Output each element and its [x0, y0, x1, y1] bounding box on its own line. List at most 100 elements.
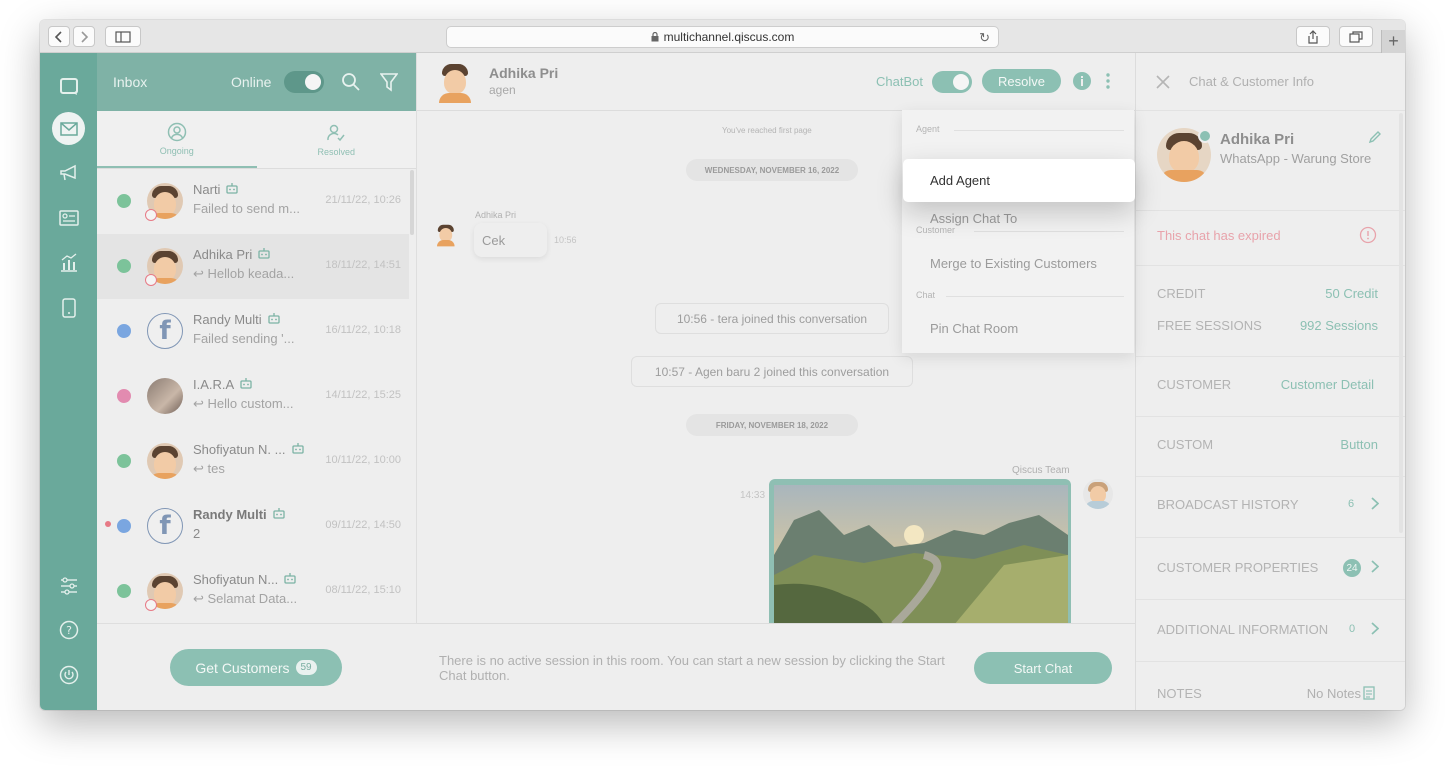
reload-icon[interactable]: ↻ [979, 30, 990, 46]
info-icon[interactable] [1072, 71, 1092, 91]
conversation-scrollbar[interactable] [410, 170, 414, 235]
tab-resolved[interactable]: Resolved [257, 111, 417, 168]
conversation-time: 14/11/22, 15:25 [325, 389, 401, 401]
conversation-name-text: Randy Multi [193, 312, 262, 327]
conversation-item[interactable]: f Randy Multi Failed sending '... 16/11/22,… [97, 299, 409, 364]
menu-section-chat: Chat [916, 290, 936, 300]
whatsapp-badge-icon [1198, 129, 1212, 143]
conversation-item[interactable]: Shofiyatun N... ↩ Selamat Data... 08/11/22… [97, 559, 409, 623]
menu-item-merge-customers[interactable]: Merge to Existing Customers [930, 256, 1097, 271]
notes-icon[interactable] [1363, 686, 1375, 700]
custom-button-link[interactable]: Button [1340, 437, 1378, 452]
system-message: 10:56 - tera joined this conversation [655, 303, 889, 334]
start-chat-button[interactable]: Start Chat [974, 652, 1112, 684]
device-nav-icon[interactable] [52, 291, 85, 324]
logout-nav-icon[interactable] [52, 658, 85, 691]
more-options-icon[interactable] [1105, 71, 1111, 91]
image-message[interactable] [769, 479, 1071, 623]
conversation-item[interactable]: f Randy Multi 2 09/11/22, 14:50 [97, 494, 409, 559]
bot-icon [258, 247, 270, 259]
contact-name: Adhika Pri [489, 65, 559, 81]
additional-information-row[interactable]: ADDITIONAL INFORMATION 0 [1136, 600, 1405, 662]
edit-icon[interactable] [1368, 130, 1382, 144]
date-divider: WEDNESDAY, NOVEMBER 16, 2022 [686, 159, 858, 181]
inbox-header: Inbox Online [97, 53, 416, 111]
conversation-item[interactable]: I.A.R.A ↩ Hello custom... 14/11/22, 15:25 [97, 364, 409, 429]
inbox-footer: Get Customers 59 [97, 623, 417, 710]
new-tab-button[interactable]: + [1381, 30, 1405, 53]
address-bar[interactable]: multichannel.qiscus.com ↻ [446, 26, 999, 48]
analytics-nav-icon[interactable] [52, 246, 85, 279]
forward-button[interactable] [73, 26, 95, 47]
avatar [147, 443, 183, 479]
notes-row: NOTES No Notes [1136, 662, 1405, 710]
notes-value: No Notes [1306, 686, 1361, 701]
menu-divider [954, 130, 1124, 131]
customer-detail-row: CUSTOMER Customer Detail [1136, 357, 1405, 417]
conversation-name: Narti [193, 182, 239, 197]
get-customers-button[interactable]: Get Customers 59 [170, 649, 342, 686]
share-button[interactable] [1296, 26, 1330, 47]
conversation-preview: ↩ tes [193, 461, 225, 476]
tabs-button[interactable] [1339, 26, 1373, 47]
conversation-name-text: Shofiyatun N... [193, 572, 279, 587]
line-icon [117, 454, 131, 468]
custom-row: CUSTOM Button [1136, 417, 1405, 477]
customer-properties-row[interactable]: CUSTOMER PROPERTIES 24 [1136, 538, 1405, 600]
back-button[interactable] [48, 26, 70, 47]
chatbot-label: ChatBot [876, 74, 923, 89]
message-time: 10:56 [554, 235, 577, 245]
chevron-right-icon [1371, 622, 1379, 635]
message-bubble[interactable]: Cek [474, 223, 547, 257]
settings-nav-icon[interactable] [52, 569, 85, 602]
bot-icon [267, 312, 280, 324]
chatbot-toggle[interactable] [932, 71, 972, 93]
tab-ongoing[interactable]: Ongoing [97, 111, 257, 168]
conversation-item[interactable]: Shofiyatun N. ... ↩ tes 10/11/22, 10:00 [97, 429, 409, 494]
conversation-preview: Failed to send m... [193, 201, 300, 216]
date-divider: FRIDAY, NOVEMBER 18, 2022 [686, 414, 858, 436]
no-session-notice: There is no active session in this room.… [439, 653, 945, 683]
broadcast-nav-icon[interactable] [52, 156, 85, 189]
online-toggle[interactable] [284, 71, 324, 93]
menu-section-agent: Agent [916, 124, 940, 134]
customer-properties-label: CUSTOMER PROPERTIES [1157, 560, 1319, 575]
sidebar-toggle-button[interactable] [105, 26, 141, 47]
messenger-icon [117, 519, 131, 533]
info-scrollbar[interactable] [1399, 113, 1403, 533]
conversation-time: 18/11/22, 14:51 [325, 259, 401, 271]
conversation-name-text: I.A.R.A [193, 377, 235, 392]
menu-item-pin-chat[interactable]: Pin Chat Room [930, 321, 1018, 336]
broadcast-history-row[interactable]: BROADCAST HISTORY 6 [1136, 477, 1405, 538]
search-icon[interactable] [341, 72, 361, 92]
landscape-image [774, 485, 1068, 623]
conversation-name: Randy Multi [193, 312, 280, 327]
conversation-item[interactable]: Adhika Pri ↩ Hellob keada... 18/11/22, 14:… [97, 234, 409, 299]
chat-options-menu: Agent Assign Chat To Customer Merge to E… [902, 110, 1134, 353]
credit-value: 50 Credit [1325, 286, 1378, 301]
lock-icon [651, 32, 659, 42]
customer-name: Adhika Pri [1220, 131, 1295, 148]
menu-item-assign-chat[interactable]: Assign Chat To [930, 211, 1017, 226]
conversation-item[interactable]: Narti Failed to send m... 21/11/22, 10:26 [97, 169, 409, 234]
menu-item-add-agent[interactable]: Add Agent [903, 159, 1135, 202]
info-panel: Chat & Customer Info Adhika Pri WhatsApp… [1135, 53, 1405, 710]
filter-icon[interactable] [380, 72, 398, 92]
custom-label: CUSTOM [1157, 437, 1214, 452]
error-icon [145, 209, 157, 221]
customer-channel: WhatsApp - Warung Store [1220, 151, 1372, 166]
customer-detail-link[interactable]: Customer Detail [1281, 377, 1374, 392]
conversation-time: 16/11/22, 10:18 [325, 324, 401, 336]
instagram-icon [117, 389, 131, 403]
conversation-preview: ↩ Hello custom... [193, 396, 294, 411]
inbox-nav-icon[interactable] [52, 112, 85, 145]
conversation-name: Shofiyatun N. ... [193, 442, 304, 457]
help-nav-icon[interactable]: ? [52, 613, 85, 646]
bot-icon [273, 507, 285, 519]
resolve-button[interactable]: Resolve [982, 69, 1061, 93]
team-label: Qiscus Team [1012, 465, 1070, 476]
contacts-nav-icon[interactable] [52, 201, 85, 234]
close-icon[interactable] [1156, 75, 1170, 89]
menu-section-customer: Customer [916, 225, 956, 235]
whatsapp-icon [117, 259, 131, 273]
